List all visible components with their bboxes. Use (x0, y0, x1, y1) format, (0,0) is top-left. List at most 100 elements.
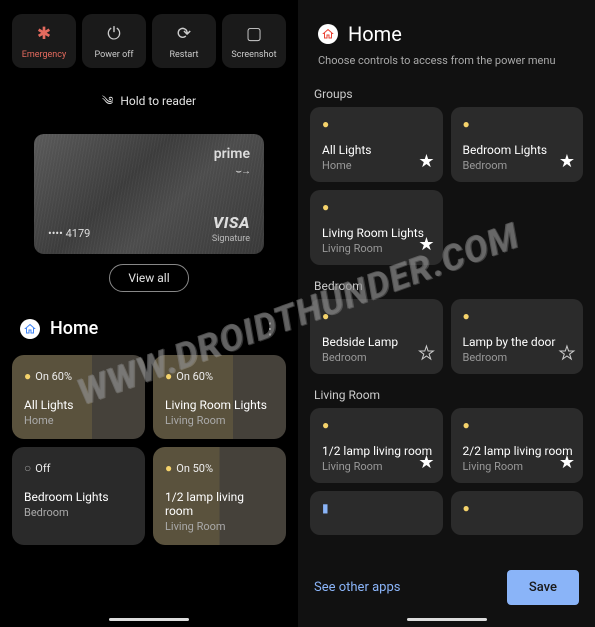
card-last4: •••• 4179 (48, 227, 90, 240)
control-room: Living Room (463, 460, 574, 473)
control-name: Lamp by the door (463, 335, 574, 349)
star-outline-icon[interactable]: ★ (559, 343, 575, 364)
card-network: VISA (213, 213, 250, 232)
tile-bedroom-lights[interactable]: ○ Off Bedroom Lights Bedroom (12, 447, 145, 545)
tile-room: Bedroom (24, 506, 133, 519)
bulb-icon: ● (463, 117, 574, 131)
control-room: Living Room (322, 460, 433, 473)
card-brand: prime (214, 146, 250, 162)
card-tier: Signature (212, 234, 250, 244)
living-grid: ● 1/2 lamp living room Living Room ★ ● 2… (298, 408, 595, 535)
amazon-arrow-icon: ⌣→ (235, 166, 250, 177)
tile-name: Bedroom Lights (24, 490, 133, 504)
power-off-label: Power off (86, 50, 142, 60)
bulb-icon: ● (165, 461, 172, 475)
power-menu-panel: ✱ Emergency ⏻ Power off ⟳ Restart ▢ Scre… (0, 0, 298, 627)
bedroom-grid: ● Bedside Lamp Bedroom ★ ● Lamp by the d… (298, 299, 595, 374)
star-icon[interactable]: ★ (418, 234, 434, 255)
power-buttons-row: ✱ Emergency ⏻ Power off ⟳ Restart ▢ Scre… (0, 0, 298, 78)
control-living-room-lights[interactable]: ● Living Room Lights Living Room ★ (310, 190, 443, 265)
save-button[interactable]: Save (507, 570, 579, 605)
device-tiles: ● On 60% All Lights Home ● On 60% Living R… (0, 349, 298, 551)
control-room: Bedroom (322, 351, 433, 364)
screenshot-button[interactable]: ▢ Screenshot (222, 14, 286, 68)
control-two-half-lamp[interactable]: ● 2/2 lamp living room Living Room ★ (451, 408, 584, 483)
star-outline-icon[interactable]: ★ (418, 343, 434, 364)
control-name: Bedside Lamp (322, 335, 433, 349)
control-name: Living Room Lights (322, 226, 433, 240)
nfc-row: ༄ Hold to reader (0, 78, 298, 130)
control-room: Home (322, 159, 433, 172)
control-room: Bedroom (463, 351, 574, 364)
remote-icon: ▮ (322, 501, 433, 515)
tile-half-lamp[interactable]: ● On 50% 1/2 lamp living room Living Room (153, 447, 286, 545)
gesture-bar[interactable] (407, 618, 487, 621)
picker-title: Home (348, 22, 402, 46)
tile-living-room-lights[interactable]: ● On 60% Living Room Lights Living Room (153, 355, 286, 439)
control-name: 1/2 lamp living room (322, 444, 433, 458)
power-off-button[interactable]: ⏻ Power off (82, 14, 146, 68)
control-bedside-lamp[interactable]: ● Bedside Lamp Bedroom ★ (310, 299, 443, 374)
tile-room: Living Room (165, 414, 274, 427)
view-all-button[interactable]: View all (109, 264, 188, 292)
control-room: Living Room (322, 242, 433, 255)
control-bedroom-lights[interactable]: ● Bedroom Lights Bedroom ★ (451, 107, 584, 182)
control-half-lamp[interactable]: ● 1/2 lamp living room Living Room ★ (310, 408, 443, 483)
screenshot-label: Screenshot (226, 50, 282, 60)
controls-picker-panel: Home Choose controls to access from the … (298, 0, 595, 627)
control-room: Bedroom (463, 159, 574, 172)
section-groups: Groups (298, 73, 595, 107)
groups-grid: ● All Lights Home ★ ● Bedroom Lights Bed… (298, 107, 595, 265)
bulb-off-icon: ○ (24, 461, 31, 475)
google-home-icon (318, 24, 338, 44)
tile-name: All Lights (24, 398, 133, 412)
power-icon: ⏻ (86, 24, 142, 44)
restart-button[interactable]: ⟳ Restart (152, 14, 216, 68)
control-door-lamp[interactable]: ● Lamp by the door Bedroom ★ (451, 299, 584, 374)
nfc-label: Hold to reader (120, 94, 196, 108)
control-name: 2/2 lamp living room (463, 444, 574, 458)
control-all-lights[interactable]: ● All Lights Home ★ (310, 107, 443, 182)
bulb-icon: ● (322, 309, 433, 323)
asterisk-icon: ✱ (16, 24, 72, 44)
bottom-bar: See other apps Save (298, 556, 595, 627)
restart-label: Restart (156, 50, 212, 60)
tile-status: On 60% (35, 370, 72, 383)
star-icon[interactable]: ★ (559, 151, 575, 172)
picker-header: Home Choose controls to access from the … (298, 0, 595, 73)
tile-room: Home (24, 414, 133, 427)
gesture-bar[interactable] (109, 618, 189, 621)
star-icon[interactable]: ★ (418, 452, 434, 473)
emergency-button[interactable]: ✱ Emergency (12, 14, 76, 68)
bulb-icon: ● (463, 418, 574, 432)
google-home-icon (20, 319, 40, 339)
home-title: Home (50, 318, 262, 339)
bulb-icon: ● (322, 117, 433, 131)
bulb-icon: ● (24, 369, 31, 383)
control-extra[interactable]: ● (451, 491, 584, 535)
bulb-icon: ● (463, 309, 574, 323)
bulb-icon: ● (322, 418, 433, 432)
payment-card[interactable]: prime ⌣→ •••• 4179 VISA Signature (34, 134, 264, 254)
control-remote[interactable]: ▮ (310, 491, 443, 535)
section-bedroom: Bedroom (298, 265, 595, 299)
tile-name: Living Room Lights (165, 398, 274, 412)
overflow-menu-icon[interactable]: ⋮ (262, 319, 278, 338)
tile-status: Off (35, 462, 50, 475)
tile-status: On 50% (176, 462, 213, 475)
tile-room: Living Room (165, 520, 274, 533)
tile-all-lights[interactable]: ● On 60% All Lights Home (12, 355, 145, 439)
section-living: Living Room (298, 374, 595, 408)
screenshot-icon: ▢ (226, 24, 282, 44)
bulb-icon: ● (165, 369, 172, 383)
tile-status: On 60% (176, 370, 213, 383)
see-other-apps-link[interactable]: See other apps (314, 580, 400, 595)
control-name: All Lights (322, 143, 433, 157)
nfc-icon: ༄ (102, 94, 111, 108)
tile-name: 1/2 lamp living room (165, 490, 274, 518)
star-icon[interactable]: ★ (418, 151, 434, 172)
star-icon[interactable]: ★ (559, 452, 575, 473)
bulb-icon: ● (463, 501, 574, 515)
emergency-label: Emergency (16, 50, 72, 60)
picker-subtitle: Choose controls to access from the power… (318, 54, 575, 67)
